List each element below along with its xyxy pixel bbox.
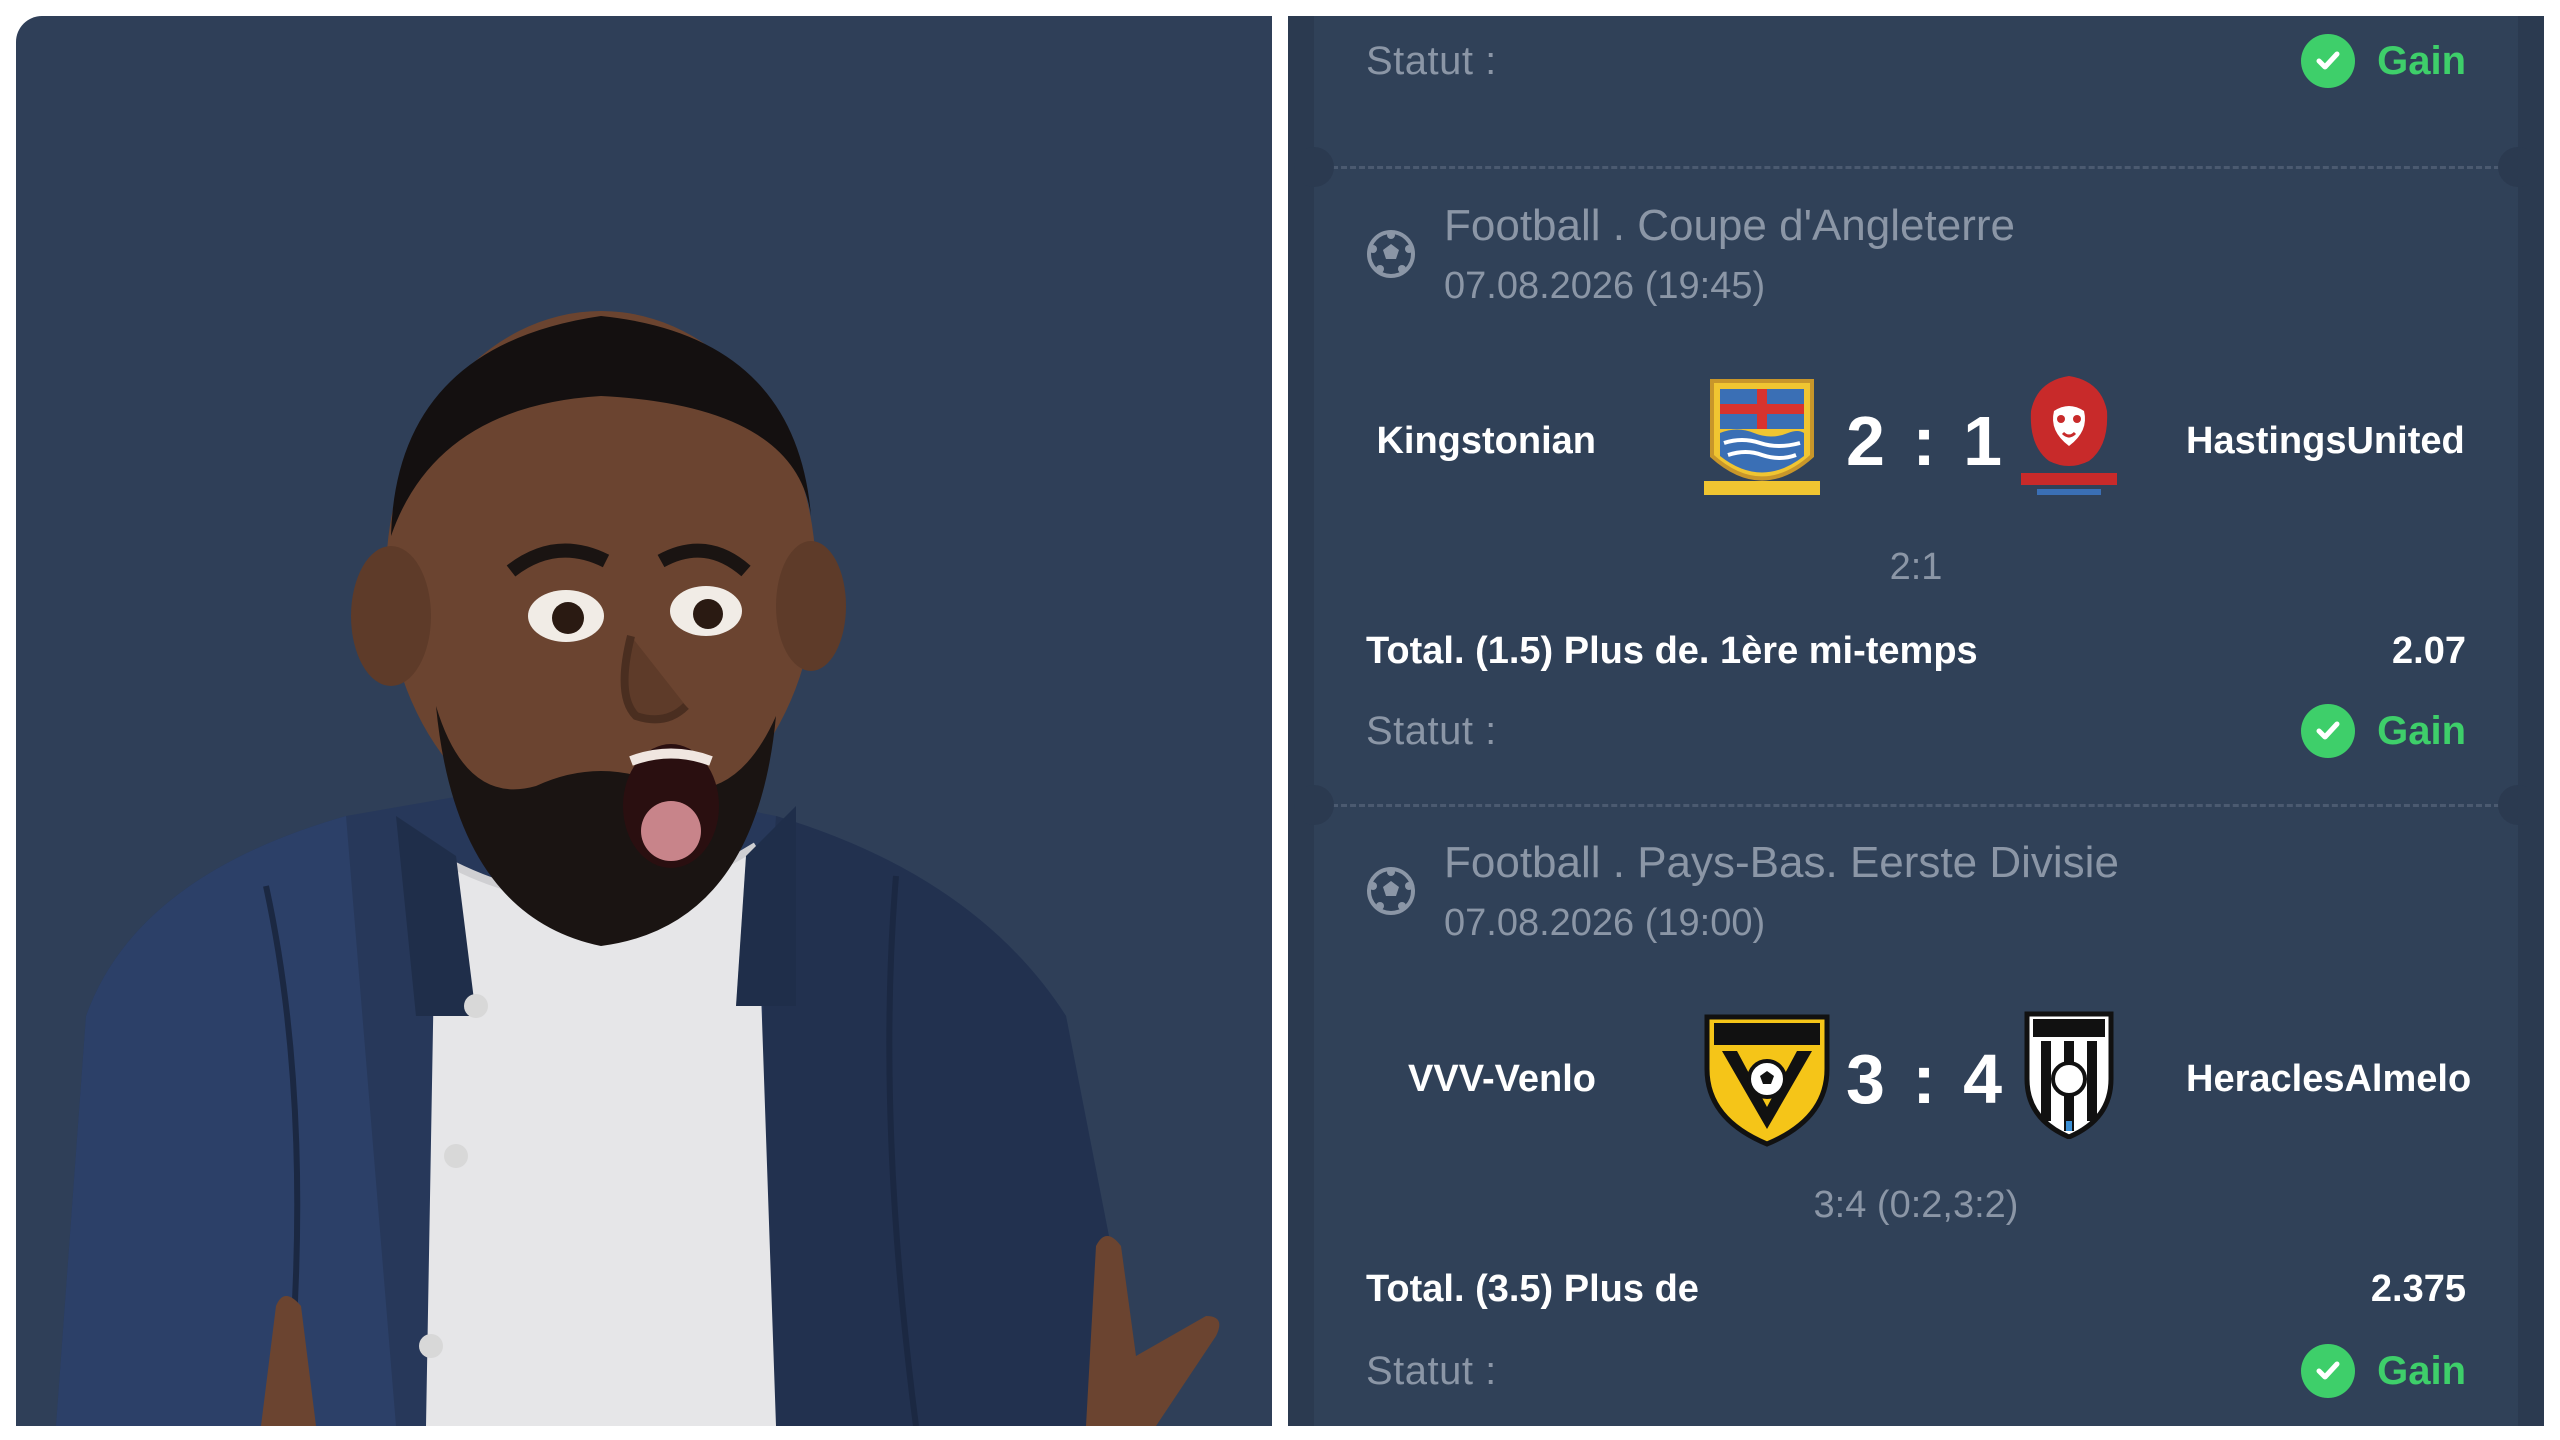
ticket-divider [1314,804,2518,807]
match-score: 3 : 4 [1845,1040,2007,1118]
surprised-man-photo [16,16,1272,1426]
match-row: Kingstonian 2 : 1 Hastings United [1366,371,2466,511]
bet-slip-card: Statut : Gain Football . Coupe d'Anglete… [1294,16,2538,1426]
league-header: Football . Coupe d'Angleterre 07.08.2026… [1366,201,2466,341]
ticket-notch [2498,785,2538,825]
check-icon [2301,1344,2356,1398]
market-name: Total. (3.5) Plus de [1366,1267,1699,1310]
status-value: Gain [2301,1344,2466,1398]
ticket-notch [2498,147,2538,187]
hastings-crest-icon [2019,371,2119,506]
match-score: 2 : 1 [1845,402,2007,480]
status-gain-text: Gain [2377,1348,2466,1393]
away-team-line2: Almelo [2344,1058,2472,1100]
market-row: Total. (1.5) Plus de. 1ère mi-temps 2.07 [1366,621,2466,681]
status-row: Statut : Gain [1366,1336,2466,1406]
status-row: Statut : Gain [1366,696,2466,766]
home-team: VVV-Venlo [1408,1057,1596,1100]
heracles-crest-icon [2019,1009,2119,1144]
status-label: Statut : [1366,38,1497,83]
man-illustration [56,311,1220,1426]
match-datetime: 07.08.2026 (19:00) [1444,902,1766,944]
league-name: Football . Pays-Bas. Eerste Divisie [1444,838,2119,887]
market-name: Total. (1.5) Plus de. 1ère mi-temps [1366,629,1978,672]
home-team: Kingstonian [1376,419,1596,462]
status-label: Statut : [1366,1348,1497,1393]
status-gain-text: Gain [2377,708,2466,753]
status-value: Gain [2301,34,2466,88]
away-team: Heracles Almelo [2186,1009,2486,1149]
score-detail: 3:4 (0:2,3:2) [1813,1184,2019,1226]
league-header: Football . Pays-Bas. Eerste Divisie 07.0… [1366,838,2466,978]
league-name: Football . Coupe d'Angleterre [1444,201,2015,250]
match-datetime: 07.08.2026 (19:45) [1444,265,1766,307]
kingstonian-crest-icon [1702,371,1822,506]
status-row-previous: Statut : Gain [1366,26,2466,96]
odds-value: 2.07 [2392,629,2466,672]
market-row: Total. (3.5) Plus de 2.375 [1366,1259,2466,1319]
bet-slip-panel: Statut : Gain Football . Coupe d'Anglete… [1288,16,2544,1426]
status-label: Statut : [1366,708,1497,753]
odds-value: 2.375 [2370,1267,2466,1310]
away-team-line1: Heracles [2186,1058,2345,1100]
ticket-notch [1294,147,1334,187]
away-team-line2: United [2346,420,2465,462]
status-gain-text: Gain [2377,38,2466,83]
football-icon [1366,229,1416,284]
away-team: Hastings United [2186,371,2486,511]
score-detail: 2:1 [1889,546,1943,588]
ticket-divider [1314,166,2518,169]
status-value: Gain [2301,704,2466,758]
vvv-venlo-crest-icon [1702,1009,1832,1154]
football-icon [1366,866,1416,921]
match-row: VVV-Venlo 3 : 4 Heracles Almelo [1366,1009,2471,1149]
away-team-line1: Hastings [2186,420,2347,462]
ticket-notch [1294,785,1334,825]
check-icon [2301,704,2356,758]
check-icon [2301,34,2356,88]
